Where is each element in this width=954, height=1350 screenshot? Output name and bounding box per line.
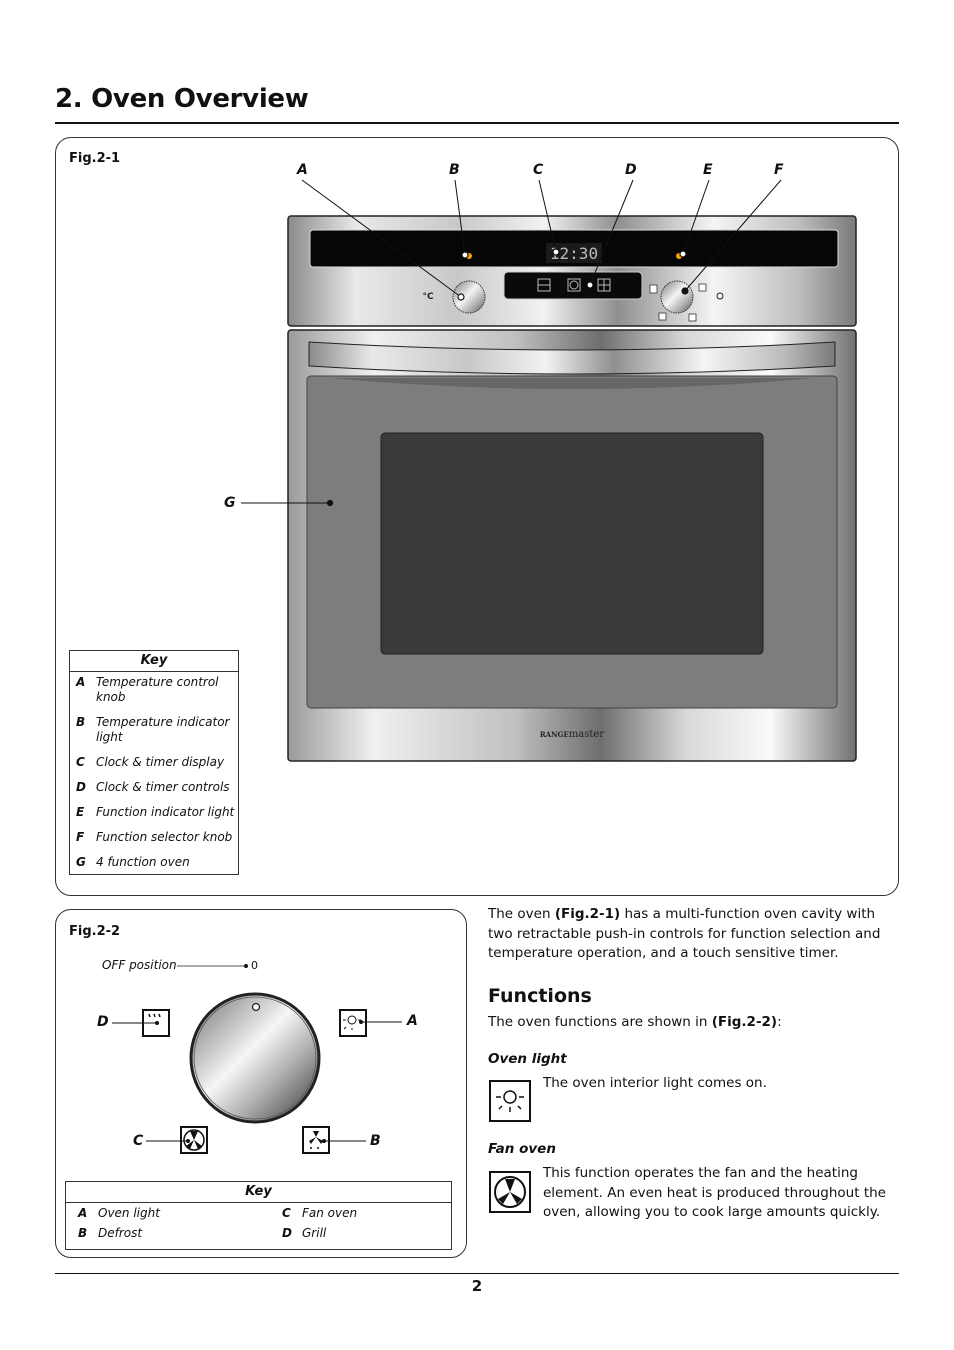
dial-callout-b: B xyxy=(370,1133,381,1149)
oven-light-icon xyxy=(339,1009,367,1037)
oven-light-heading: Oven light xyxy=(488,1051,567,1067)
off-icon-small xyxy=(649,284,658,294)
fan-oven-heading: Fan oven xyxy=(488,1141,556,1157)
fan-icon-small xyxy=(688,313,697,322)
fan-oven-description: This function operates the fan and the h… xyxy=(543,1165,886,1220)
fan-oven-icon xyxy=(180,1126,208,1154)
dial-callout-d: D xyxy=(97,1014,109,1030)
key-item: B Defrost xyxy=(78,1226,143,1240)
fig-2-2-key: Key A Oven light C Fan oven B Defrost D Gril… xyxy=(65,1181,452,1250)
key-item: D Grill xyxy=(282,1226,327,1240)
key-item: D Clock & timer controls xyxy=(76,780,230,794)
grill-icon-small xyxy=(658,312,667,321)
key-item: F Function selector knob xyxy=(76,830,233,844)
page-number: 2 xyxy=(471,1277,483,1295)
key-item: C Fan oven xyxy=(282,1206,358,1220)
key-item: C Clock & timer display xyxy=(76,755,225,769)
key-item: B Temperature indicator light xyxy=(76,715,230,744)
key-title: Key xyxy=(70,651,238,672)
functions-heading: Functions xyxy=(488,985,592,1007)
fig-2-2-reference: (Fig.2-2) xyxy=(711,1014,778,1030)
oven-light-description: The oven interior light comes on. xyxy=(543,1075,767,1091)
dial-marker xyxy=(251,1002,261,1012)
light-icon-small xyxy=(698,283,707,292)
oven-light-icon xyxy=(489,1080,531,1122)
fan-oven-icon xyxy=(489,1171,531,1213)
temp-unit-label: °C xyxy=(422,292,434,302)
timer-control-pad xyxy=(503,271,643,300)
fig-2-1-key: Key A Temperature control knob B Temperatu… xyxy=(69,650,239,875)
door-window xyxy=(380,432,764,655)
key-item: A Temperature control knob xyxy=(76,675,219,704)
defrost-icon xyxy=(302,1126,330,1154)
key-item: G4 function oven xyxy=(76,855,190,869)
function-dial xyxy=(189,992,321,1124)
footer-rule xyxy=(55,1273,899,1274)
fig-2-1-reference: (Fig.2-1) xyxy=(554,906,621,922)
dial-callout-c: C xyxy=(133,1133,144,1149)
function-dial-diagram xyxy=(112,964,402,1154)
function-knob xyxy=(660,280,694,314)
dial-callout-a: A xyxy=(407,1013,418,1029)
functions-intro: The oven functions are shown in (Fig.2-2… xyxy=(488,1014,782,1030)
key-title: Key xyxy=(66,1182,451,1203)
brand-logo: RANGEmaster xyxy=(540,729,604,740)
key-item: A Oven light xyxy=(78,1206,160,1220)
key-item: E Function indicator light xyxy=(76,805,235,819)
intro-paragraph: The oven (Fig.2-1) has a multi-function … xyxy=(488,906,881,961)
